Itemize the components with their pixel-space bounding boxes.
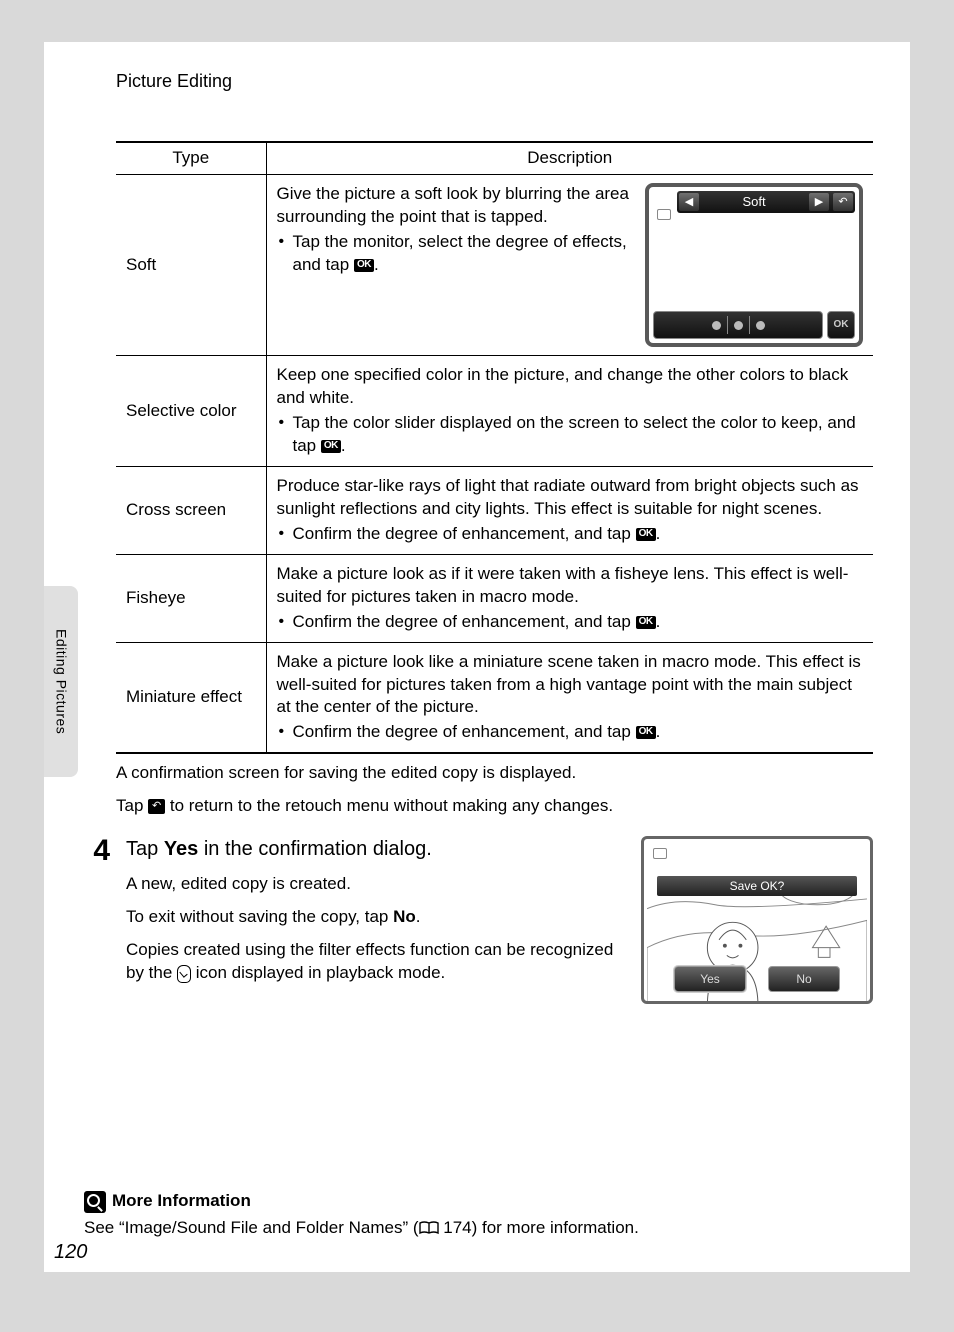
info-search-icon xyxy=(84,1191,106,1213)
ok-icon: OK xyxy=(321,440,341,453)
desc-text: Keep one specified color in the picture,… xyxy=(277,365,849,407)
preview-ok-button: OK xyxy=(827,311,855,339)
step-text-1: A new, edited copy is created. xyxy=(126,873,617,896)
ok-icon: OK xyxy=(636,726,656,739)
step-number: 4 xyxy=(82,836,110,866)
table-row: Miniature effect Make a picture look lik… xyxy=(116,642,873,753)
after-table-line1: A confirmation screen for saving the edi… xyxy=(116,762,873,785)
cell-type: Selective color xyxy=(116,356,266,467)
soft-preview-screen: ◀ Soft ▶ ↶ OK xyxy=(645,183,863,347)
confirm-preview-screen: Save OK? Yes No xyxy=(641,836,873,1004)
cell-desc: Produce star-like rays of light that rad… xyxy=(266,466,873,554)
thumbnail-icon xyxy=(653,848,667,859)
th-description: Description xyxy=(266,142,873,174)
cell-desc: Give the picture a soft look by blurring… xyxy=(266,175,873,356)
desc-text: Give the picture a soft look by blurring… xyxy=(277,184,629,226)
cell-type: Soft xyxy=(116,175,266,356)
th-type: Type xyxy=(116,142,266,174)
step-4: 4 Tap Yes in the confirmation dialog. A … xyxy=(116,836,873,1004)
step-text-3: Copies created using the filter effects … xyxy=(126,939,617,985)
after-table-line2: Tap ↶ to return to the retouch menu with… xyxy=(116,795,873,818)
desc-text: Make a picture look as if it were taken … xyxy=(277,564,849,606)
cell-desc: Make a picture look like a miniature sce… xyxy=(266,642,873,753)
more-info-title: More Information xyxy=(112,1190,251,1213)
back-icon: ↶ xyxy=(148,799,165,814)
thumbnail-icon xyxy=(657,209,671,220)
table-row: Cross screen Produce star-like rays of l… xyxy=(116,466,873,554)
back-icon: ↶ xyxy=(833,193,853,211)
page-header: Picture Editing xyxy=(116,69,873,93)
cell-type: Cross screen xyxy=(116,466,266,554)
confirm-no-button: No xyxy=(768,966,840,992)
desc-text: Make a picture look like a miniature sce… xyxy=(277,652,861,717)
bullet-item: Tap the monitor, select the degree of ef… xyxy=(277,231,634,277)
arrow-right-icon: ▶ xyxy=(809,193,829,211)
preview-title: Soft xyxy=(701,193,807,211)
desc-text: Produce star-like rays of light that rad… xyxy=(277,476,859,518)
ok-icon: OK xyxy=(636,616,656,629)
bullet-item: Confirm the degree of enhancement, and t… xyxy=(277,611,864,634)
page-body: Editing Pictures Picture Editing Type De… xyxy=(44,42,910,1272)
step-text-2: To exit without saving the copy, tap No. xyxy=(126,906,617,929)
table-row: Soft Give the picture a soft look by blu… xyxy=(116,175,873,356)
more-information-section: More Information See “Image/Sound File a… xyxy=(84,1190,873,1240)
side-tab-label: Editing Pictures xyxy=(52,629,71,734)
effect-slider xyxy=(653,311,823,339)
bullet-item: Tap the color slider displayed on the sc… xyxy=(277,412,864,458)
book-icon xyxy=(419,1221,439,1235)
step-title: Tap Yes in the confirmation dialog. xyxy=(126,836,617,863)
effects-table: Type Description Soft Give the picture a… xyxy=(116,141,873,754)
ok-icon: OK xyxy=(354,259,374,272)
confirm-yes-button: Yes xyxy=(674,966,746,992)
table-row: Fisheye Make a picture look as if it wer… xyxy=(116,554,873,642)
cell-type: Miniature effect xyxy=(116,642,266,753)
bullet-item: Confirm the degree of enhancement, and t… xyxy=(277,721,864,744)
table-row: Selective color Keep one specified color… xyxy=(116,356,873,467)
cell-desc: Keep one specified color in the picture,… xyxy=(266,356,873,467)
filter-effect-icon xyxy=(177,965,191,983)
preview-topbar: ◀ Soft ▶ ↶ xyxy=(677,191,855,213)
save-ok-banner: Save OK? xyxy=(657,876,857,896)
bullet-item: Confirm the degree of enhancement, and t… xyxy=(277,523,864,546)
more-info-text: See “Image/Sound File and Folder Names” … xyxy=(84,1217,873,1240)
cell-desc: Make a picture look as if it were taken … xyxy=(266,554,873,642)
side-tab: Editing Pictures xyxy=(44,586,78,777)
page-number: 120 xyxy=(54,1239,87,1266)
arrow-left-icon: ◀ xyxy=(679,193,699,211)
ok-icon: OK xyxy=(636,528,656,541)
cell-type: Fisheye xyxy=(116,554,266,642)
